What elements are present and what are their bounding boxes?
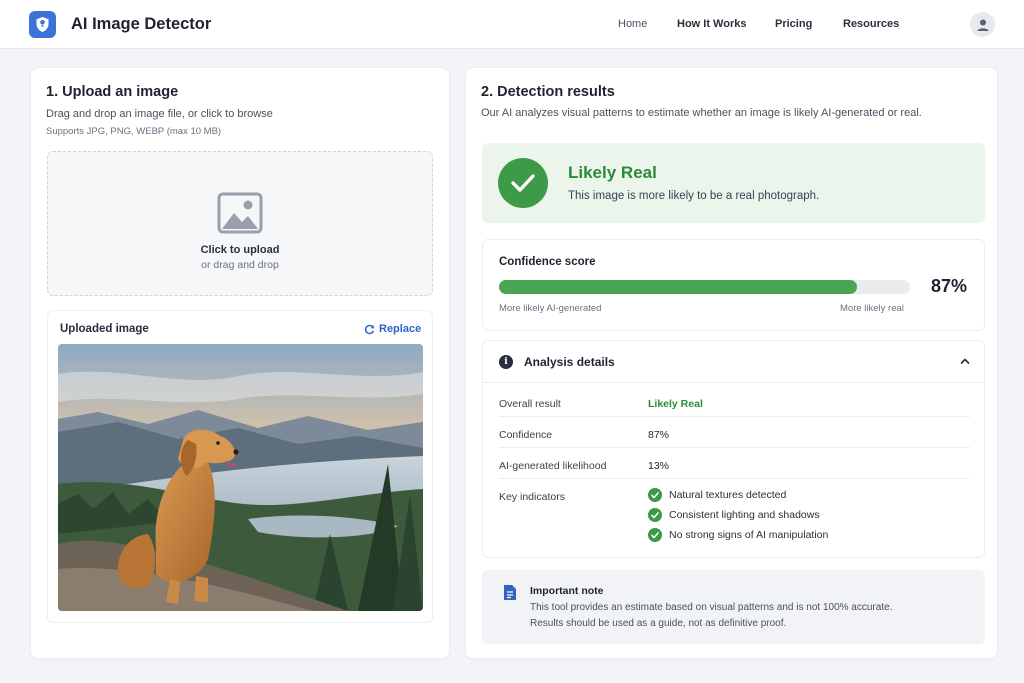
row-key: AI-generated likelihood: [499, 460, 607, 472]
replace-label: Replace: [379, 323, 422, 335]
info-icon: i: [499, 355, 513, 369]
app-title: AI Image Detector: [71, 15, 212, 33]
document-icon: [504, 585, 516, 600]
checkmark-icon: [498, 158, 548, 208]
note-line: This tool provides an estimate based on …: [530, 602, 893, 613]
nav-how-it-works[interactable]: How It Works: [677, 18, 746, 30]
indicator-item: Consistent lighting and shadows: [648, 508, 820, 522]
verdict-title: Likely Real: [568, 163, 657, 182]
analysis-row: AI-generated likelihood 13%: [499, 448, 970, 479]
indicator-text: No strong signs of AI manipulation: [669, 529, 829, 541]
upload-subtitle: Drag and drop an image file, or click to…: [46, 108, 273, 120]
confidence-label: Confidence score: [499, 256, 596, 268]
upload-dropzone[interactable]: Click to upload or drag and drop: [47, 151, 433, 296]
replace-button[interactable]: Replace: [364, 323, 421, 335]
dropzone-subtitle: or drag and drop: [201, 259, 279, 271]
verdict-banner: Likely Real This image is more likely to…: [482, 143, 985, 223]
row-key: Overall result: [499, 398, 561, 410]
confidence-bar: [499, 280, 910, 294]
refresh-icon: [364, 324, 375, 334]
note-line: Results should be used as a guide, not a…: [530, 618, 787, 629]
user-avatar[interactable]: [970, 12, 995, 37]
uploaded-image-title: Uploaded image: [60, 323, 149, 335]
indicator-text: Consistent lighting and shadows: [669, 509, 820, 521]
indicator-item: Natural textures detected: [648, 488, 786, 502]
confidence-value: 87%: [931, 276, 968, 296]
indicator-item: No strong signs of AI manipulation: [648, 528, 828, 542]
check-circle-icon: [648, 508, 662, 522]
upload-card: 1. Upload an image Drag and drop an imag…: [30, 67, 450, 659]
row-value: 13%: [648, 460, 670, 472]
results-subtitle: Our AI analyzes visual patterns to estim…: [481, 107, 922, 119]
analysis-details-title: Analysis details: [524, 355, 615, 369]
results-title: 2. Detection results: [481, 84, 615, 100]
chevron-up-icon[interactable]: [959, 355, 971, 367]
user-icon: [977, 19, 988, 31]
key-indicators-label: Key indicators: [499, 491, 565, 503]
row-value: 87%: [648, 429, 670, 441]
nav-resources[interactable]: Resources: [843, 18, 899, 30]
check-circle-icon: [648, 528, 662, 542]
analysis-details-toggle[interactable]: i Analysis details: [483, 341, 984, 383]
scale-left-label: More likely AI-generated: [499, 303, 602, 314]
nav-pricing[interactable]: Pricing: [775, 18, 812, 30]
uploaded-image-panel: Uploaded image Replace: [47, 310, 433, 623]
note-title: Important note: [530, 585, 604, 597]
supported-formats: Supports JPG, PNG, WEBP (max 10 MB): [46, 126, 222, 137]
verdict-subtitle: This image is more likely to be a real p…: [568, 190, 820, 202]
row-key: Confidence: [499, 429, 553, 441]
important-note: Important note This tool provides an est…: [482, 570, 985, 644]
scale-right-label: More likely real: [840, 303, 904, 314]
image-icon: [217, 192, 263, 234]
check-circle-icon: [648, 488, 662, 502]
confidence-bar-fill: [499, 280, 857, 294]
nav-home[interactable]: Home: [618, 18, 647, 30]
indicator-text: Natural textures detected: [669, 489, 787, 501]
dropzone-title: Click to upload: [200, 244, 280, 256]
analysis-row: Overall result Likely Real: [499, 386, 970, 417]
top-bar: AI Image Detector Home How It Works Pric…: [0, 0, 1024, 49]
analysis-details-panel: i Analysis details Overall result Likely…: [482, 340, 985, 558]
row-value: Likely Real: [648, 398, 703, 410]
upload-title: 1. Upload an image: [46, 84, 179, 100]
uploaded-photo: [58, 344, 423, 611]
shield-icon[interactable]: [29, 11, 56, 38]
analysis-row: Confidence 87%: [499, 417, 970, 448]
results-card: 2. Detection results Our AI analyzes vis…: [465, 67, 998, 659]
confidence-panel: Confidence score 87% More likely AI-gene…: [482, 239, 985, 331]
